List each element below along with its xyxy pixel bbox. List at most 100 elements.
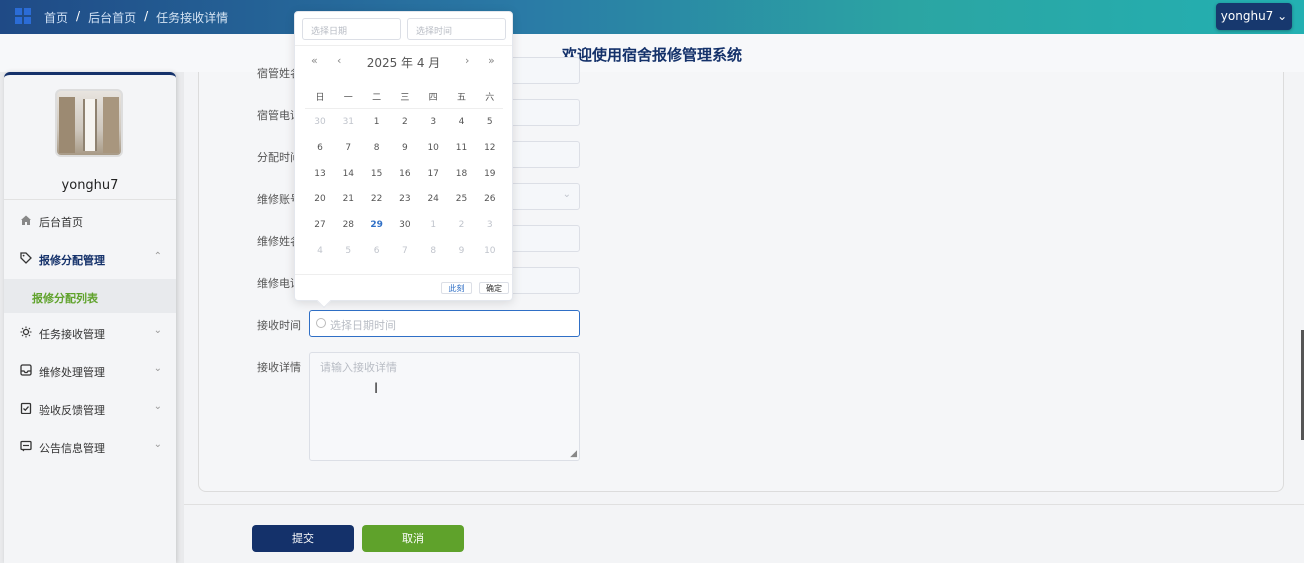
- sidebar-item-repair-process[interactable]: 维修处理管理 ⌄: [4, 353, 176, 389]
- divider: [184, 504, 1304, 505]
- divider: [295, 274, 512, 275]
- calendar-day[interactable]: 19: [476, 169, 504, 179]
- field-label-receive-time: 接收时间: [257, 319, 301, 332]
- calendar-day[interactable]: 21: [334, 194, 362, 204]
- calendar-day[interactable]: 15: [363, 169, 391, 179]
- sidebar-item-label: 后台首页: [39, 216, 83, 229]
- title-bar: 欢迎使用宿舍报修管理系统: [0, 34, 1304, 72]
- cancel-button[interactable]: 取消: [362, 525, 464, 552]
- calendar-day[interactable]: 16: [391, 169, 419, 179]
- calendar-day[interactable]: 3: [476, 220, 504, 230]
- calendar-day[interactable]: 22: [363, 194, 391, 204]
- breadcrumb: 首页 / 后台首页 / 任务接收详情: [44, 9, 228, 26]
- calendar-day[interactable]: 7: [334, 143, 362, 153]
- receive-time-input[interactable]: 选择日期时间: [309, 310, 580, 337]
- sidebar-item-label: 报修分配管理: [39, 254, 105, 267]
- divider: [295, 45, 512, 46]
- chevron-up-icon: ⌃: [153, 251, 162, 262]
- inbox-icon: [20, 364, 32, 376]
- weekday-header: 三: [400, 93, 410, 103]
- picker-date-input[interactable]: 选择日期: [302, 18, 401, 40]
- next-month-icon[interactable]: ›: [465, 54, 469, 67]
- calendar-day[interactable]: 30: [306, 117, 334, 127]
- calendar-day[interactable]: 9: [448, 246, 476, 256]
- chevron-down-icon: ⌄: [153, 363, 162, 374]
- grid-menu-icon[interactable]: [15, 8, 31, 24]
- receive-time-placeholder: 选择日期时间: [330, 319, 396, 332]
- calendar-day[interactable]: 11: [448, 143, 476, 153]
- sidebar-subitem-repair-assign-list[interactable]: 报修分配列表: [4, 279, 176, 313]
- chevron-down-icon: ⌄: [153, 401, 162, 412]
- chevron-down-icon: ⌄: [153, 325, 162, 336]
- calendar-day[interactable]: 4: [448, 117, 476, 127]
- calendar-day[interactable]: 3: [419, 117, 447, 127]
- next-year-icon[interactable]: »: [488, 54, 495, 67]
- field-label-assign-time: 分配时间: [257, 151, 301, 164]
- picker-now-button[interactable]: 此刻: [441, 282, 472, 294]
- picker-year-month: 2025 年 4 月: [366, 56, 441, 70]
- field-label-repair-name: 维修姓名: [257, 235, 301, 248]
- picker-time-input[interactable]: 选择时间: [407, 18, 506, 40]
- calendar-day[interactable]: 2: [391, 117, 419, 127]
- calendar-day[interactable]: 6: [363, 246, 391, 256]
- calendar-day[interactable]: 20: [306, 194, 334, 204]
- field-label-dorm-phone: 宿管电话: [257, 109, 301, 122]
- sidebar-item-label: 任务接收管理: [39, 328, 105, 341]
- breadcrumb-home[interactable]: 首页: [44, 9, 68, 26]
- sidebar-item-repair-assign[interactable]: 报修分配管理 ⌃: [4, 241, 176, 277]
- calendar-day[interactable]: 5: [476, 117, 504, 127]
- sidebar-item-dashboard[interactable]: 后台首页: [4, 203, 176, 239]
- calendar-day[interactable]: 23: [391, 194, 419, 204]
- datetime-picker: 选择日期 选择时间 « ‹ 2025 年 4 月 › » 日一二三四五六 30 3…: [294, 11, 513, 309]
- calendar-day[interactable]: 12: [476, 143, 504, 153]
- resize-grip-icon[interactable]: ◢: [570, 449, 577, 459]
- divider: [305, 108, 503, 109]
- calendar-day[interactable]: 9: [391, 143, 419, 153]
- weekday-header: 一: [343, 93, 353, 103]
- calendar-day[interactable]: 17: [419, 169, 447, 179]
- sidebar-item-announcement[interactable]: 公告信息管理 ⌄: [4, 429, 176, 465]
- calendar-day[interactable]: 1: [419, 220, 447, 230]
- sidebar-item-acceptance-feedback[interactable]: 验收反馈管理 ⌄: [4, 391, 176, 427]
- weekday-header: 六: [485, 93, 495, 103]
- calendar-day[interactable]: 10: [476, 246, 504, 256]
- user-menu-button[interactable]: yonghu7 ⌄: [1216, 3, 1292, 30]
- calendar-day[interactable]: 28: [334, 220, 362, 230]
- weekday-header: 五: [456, 93, 466, 103]
- submit-button[interactable]: 提交: [252, 525, 354, 552]
- calendar-day[interactable]: 24: [419, 194, 447, 204]
- calendar-day[interactable]: 31: [334, 117, 362, 127]
- calendar-day[interactable]: 30: [391, 220, 419, 230]
- calendar-day[interactable]: 25: [448, 194, 476, 204]
- calendar-day[interactable]: 7: [391, 246, 419, 256]
- calendar-day[interactable]: 5: [334, 246, 362, 256]
- sidebar-item-label: 报修分配列表: [32, 292, 98, 305]
- breadcrumb-dashboard[interactable]: 后台首页: [88, 9, 136, 26]
- calendar-day[interactable]: 8: [363, 143, 391, 153]
- calendar-day[interactable]: 26: [476, 194, 504, 204]
- message-icon: [20, 440, 32, 452]
- calendar-day[interactable]: 29: [363, 220, 391, 230]
- calendar-day[interactable]: 2: [448, 220, 476, 230]
- calendar-day[interactable]: 18: [448, 169, 476, 179]
- home-icon: [21, 215, 31, 225]
- calendar-day[interactable]: 8: [419, 246, 447, 256]
- sidebar-item-task-receive[interactable]: 任务接收管理 ⌄: [4, 315, 176, 351]
- field-label-repair-phone: 维修电话: [257, 277, 301, 290]
- tag-icon: [20, 252, 32, 264]
- text-cursor-icon: I: [374, 381, 379, 397]
- calendar-day[interactable]: 13: [306, 169, 334, 179]
- picker-ok-button[interactable]: 确定: [479, 282, 509, 294]
- calendar-day[interactable]: 14: [334, 169, 362, 179]
- breadcrumb-separator: /: [144, 9, 149, 23]
- receive-detail-textarea[interactable]: 请输入接收详情 I ◢: [309, 352, 580, 461]
- field-label-repair-account: 维修账号: [257, 193, 301, 206]
- calendar-day[interactable]: 10: [419, 143, 447, 153]
- page-title: 欢迎使用宿舍报修管理系统: [561, 46, 742, 64]
- receive-detail-placeholder: 请输入接收详情: [320, 361, 397, 374]
- calendar-day[interactable]: 6: [306, 143, 334, 153]
- calendar-day[interactable]: 1: [363, 117, 391, 127]
- calendar-day[interactable]: 27: [306, 220, 334, 230]
- calendar-day[interactable]: 4: [306, 246, 334, 256]
- top-bar: 首页 / 后台首页 / 任务接收详情 yonghu7 ⌄: [0, 0, 1304, 34]
